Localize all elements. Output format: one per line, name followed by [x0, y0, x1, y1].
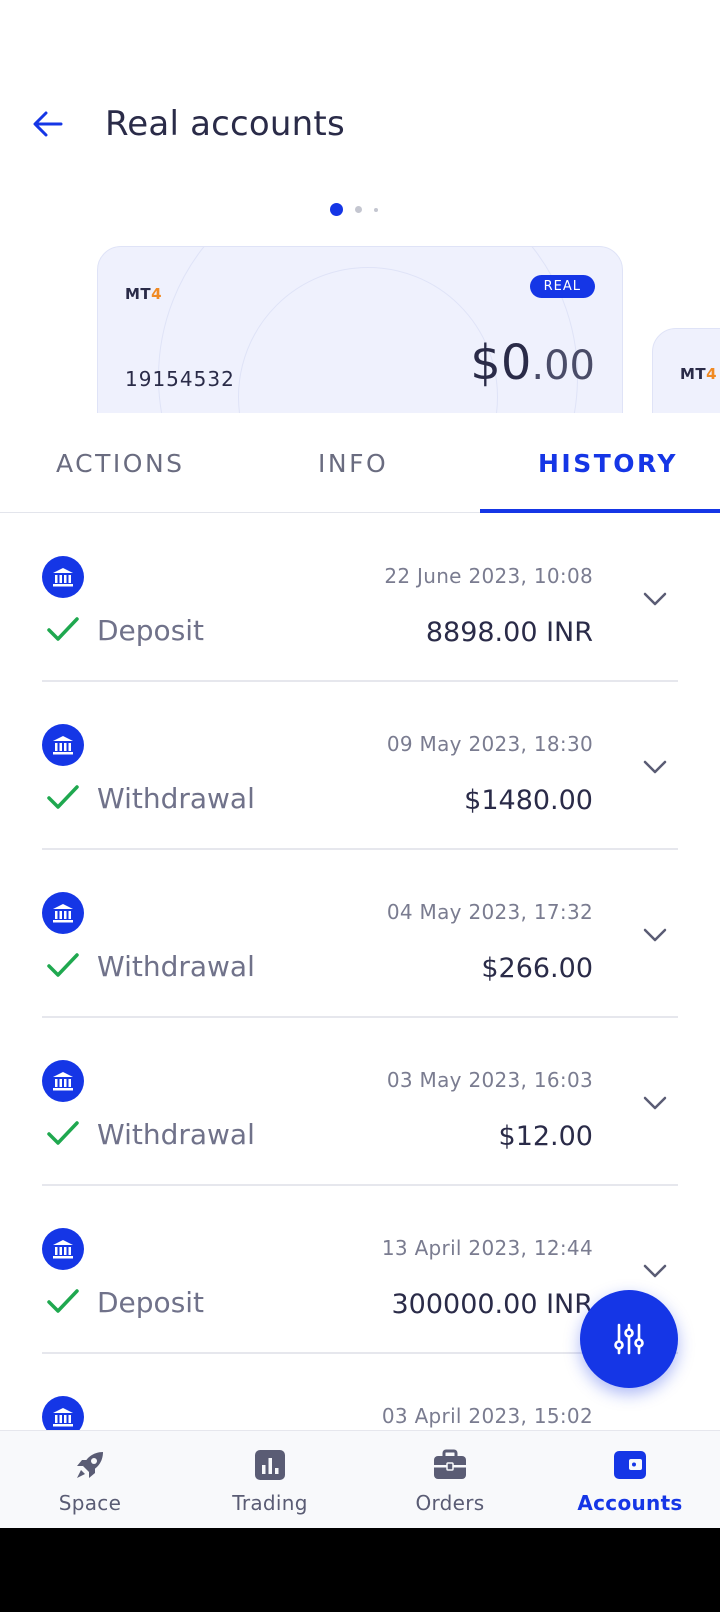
- account-type-badge: REAL: [529, 275, 595, 298]
- filter-button[interactable]: [580, 1290, 678, 1388]
- carousel-dot-active[interactable]: [330, 203, 343, 216]
- bank-icon: [42, 1060, 84, 1102]
- tab-history[interactable]: HISTORY: [538, 449, 678, 478]
- chart-icon: [252, 1447, 288, 1483]
- nav-label: Accounts: [577, 1491, 683, 1515]
- bank-icon: [42, 1228, 84, 1270]
- nav-label: Space: [58, 1491, 122, 1515]
- nav-label: Trading: [232, 1491, 308, 1515]
- history-item[interactable]: 04 May 2023, 17:32 Withdrawal $266.00: [0, 850, 720, 1018]
- check-icon: [47, 1289, 79, 1313]
- transaction-amount: $266.00: [481, 953, 593, 984]
- transaction-type: Withdrawal: [97, 782, 255, 815]
- transaction-type: Withdrawal: [97, 1118, 255, 1151]
- nav-label: Orders: [415, 1491, 485, 1515]
- chevron-down-icon[interactable]: [640, 925, 670, 945]
- tab-indicator: [480, 509, 720, 513]
- check-icon: [47, 617, 79, 641]
- carousel-dot[interactable]: [355, 206, 362, 213]
- tab-info[interactable]: INFO: [318, 449, 388, 478]
- transaction-amount: $12.00: [498, 1121, 593, 1152]
- nav-orders[interactable]: Orders: [360, 1431, 540, 1529]
- check-icon: [47, 953, 79, 977]
- briefcase-icon: [432, 1447, 468, 1483]
- transaction-type: Withdrawal: [97, 950, 255, 983]
- transaction-type: Deposit: [97, 1286, 205, 1319]
- history-item[interactable]: 03 May 2023, 16:03 Withdrawal $12.00: [0, 1018, 720, 1186]
- transaction-date: 03 April 2023, 15:02: [381, 1404, 593, 1428]
- check-icon: [47, 785, 79, 809]
- transaction-amount: $1480.00: [464, 785, 593, 816]
- tab-actions[interactable]: ACTIONS: [56, 449, 185, 478]
- next-account-card[interactable]: MT4: [652, 328, 720, 413]
- transaction-date: 09 May 2023, 18:30: [386, 732, 593, 756]
- bank-icon: [42, 556, 84, 598]
- carousel-indicator: [330, 203, 378, 216]
- arrow-left-icon: [33, 111, 63, 137]
- mt4-logo: MT4: [680, 365, 718, 383]
- sliders-icon: [614, 1323, 644, 1355]
- header: Real accounts: [0, 0, 720, 200]
- nav-accounts[interactable]: Accounts: [540, 1431, 720, 1529]
- transaction-type: Deposit: [97, 614, 205, 647]
- rocket-icon: [72, 1447, 108, 1483]
- check-icon: [47, 1121, 79, 1145]
- page-title: Real accounts: [105, 104, 345, 144]
- account-card[interactable]: MT4 REAL 19154532 $0.00: [97, 246, 623, 413]
- nav-trading[interactable]: Trading: [180, 1431, 360, 1529]
- mt4-logo: MT4: [125, 285, 163, 303]
- nav-space[interactable]: Space: [0, 1431, 180, 1529]
- transaction-date: 03 May 2023, 16:03: [386, 1068, 593, 1092]
- transaction-amount: 300000.00 INR: [391, 1289, 593, 1320]
- transaction-date: 04 May 2023, 17:32: [386, 900, 593, 924]
- history-item[interactable]: 22 June 2023, 10:08 Deposit 8898.00 INR: [0, 514, 720, 682]
- chevron-down-icon[interactable]: [640, 1261, 670, 1281]
- bank-icon: [42, 1396, 84, 1430]
- account-tabs: ACTIONS INFO HISTORY: [0, 413, 720, 513]
- back-button[interactable]: [28, 104, 68, 144]
- chevron-down-icon[interactable]: [640, 589, 670, 609]
- account-number: 19154532: [125, 367, 235, 391]
- chevron-down-icon[interactable]: [640, 1093, 670, 1113]
- system-navigation-bar: [0, 1528, 720, 1612]
- account-carousel[interactable]: MT4 REAL 19154532 $0.00 MT4: [0, 240, 720, 413]
- chevron-down-icon[interactable]: [640, 757, 670, 777]
- account-balance: $0.00: [470, 335, 595, 391]
- transaction-date: 22 June 2023, 10:08: [384, 564, 593, 588]
- transaction-amount: 8898.00 INR: [425, 617, 593, 648]
- transaction-date: 13 April 2023, 12:44: [381, 1236, 593, 1260]
- history-item[interactable]: 09 May 2023, 18:30 Withdrawal $1480.00: [0, 682, 720, 850]
- bank-icon: [42, 724, 84, 766]
- bottom-nav: Space Trading Orders Accounts: [0, 1430, 720, 1528]
- wallet-icon: [612, 1447, 648, 1483]
- carousel-dot[interactable]: [374, 207, 378, 212]
- bank-icon: [42, 892, 84, 934]
